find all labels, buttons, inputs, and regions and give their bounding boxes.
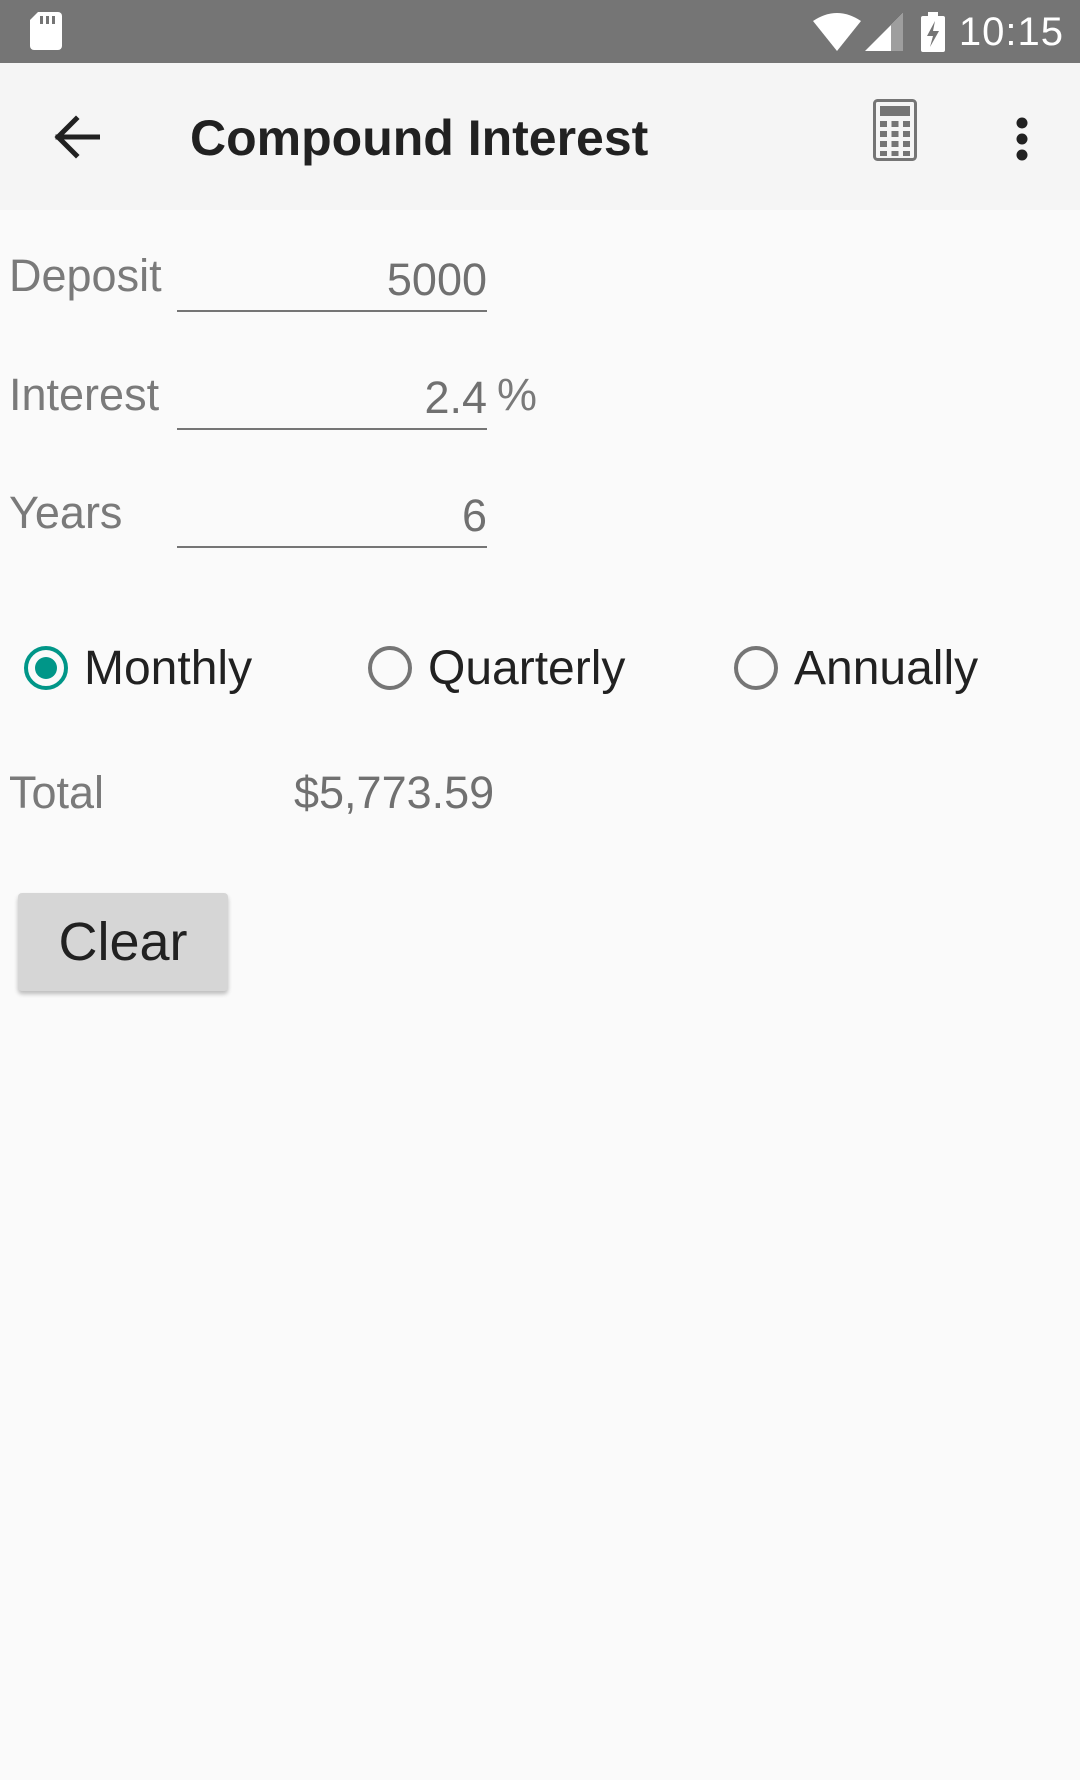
app-bar: Compound Interest	[0, 63, 1080, 210]
radio-annually[interactable]: Annually	[734, 638, 978, 698]
back-button[interactable]	[44, 105, 108, 169]
wifi-icon	[812, 13, 861, 51]
sd-card-icon	[30, 12, 62, 55]
interest-field[interactable]: 2.4	[177, 368, 487, 430]
radio-monthly[interactable]: Monthly	[24, 638, 252, 698]
calculator-icon	[873, 99, 917, 161]
battery-charging-icon	[920, 12, 945, 52]
radio-button-icon	[24, 646, 68, 690]
total-label: Total	[9, 767, 105, 818]
radio-button-icon	[368, 646, 412, 690]
interest-value: 2.4	[424, 372, 487, 423]
status-bar: 10:15	[0, 0, 1080, 63]
deposit-field[interactable]: 5000	[177, 250, 487, 312]
radio-label-annually: Annually	[794, 641, 979, 695]
clear-button[interactable]: Clear	[18, 893, 228, 991]
total-value: $5,773.59	[294, 767, 495, 818]
percent-suffix: %	[497, 369, 538, 420]
years-field[interactable]: 6	[177, 486, 487, 548]
years-label: Years	[9, 487, 123, 538]
years-value: 6	[461, 490, 487, 541]
deposit-label: Deposit	[9, 250, 162, 301]
radio-label-quarterly: Quarterly	[428, 641, 626, 695]
radio-label-monthly: Monthly	[84, 641, 253, 695]
more-vert-icon	[1016, 117, 1028, 161]
radio-quarterly[interactable]: Quarterly	[368, 638, 625, 698]
page-title: Compound Interest	[190, 110, 649, 166]
radio-button-icon	[734, 646, 778, 690]
status-clock: 10:15	[958, 9, 1064, 54]
calculator-button[interactable]	[873, 99, 929, 175]
more-options-button[interactable]	[1000, 109, 1044, 169]
interest-label: Interest	[9, 369, 160, 420]
back-arrow-icon	[54, 115, 100, 159]
signal-icon	[864, 13, 903, 51]
deposit-value: 5000	[386, 254, 487, 305]
